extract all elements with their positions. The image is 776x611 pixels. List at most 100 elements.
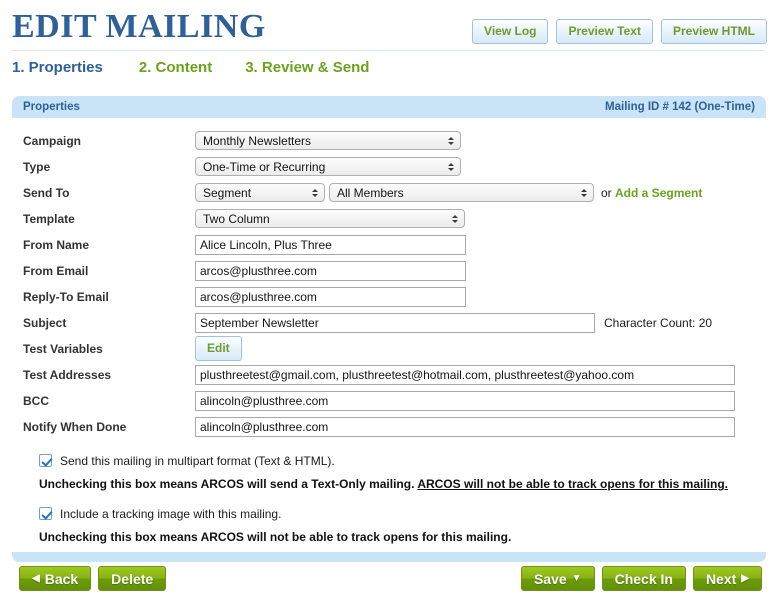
reply-to-email-label: Reply-To Email [23,289,109,304]
notify-when-done-label: Notify When Done [23,419,127,434]
back-button-label: Back [44,570,79,587]
send-to-label: Send To [23,185,70,200]
multipart-checkbox[interactable] [39,454,52,467]
test-variables-control: Edit [195,336,242,361]
add-a-segment-link[interactable]: Add a Segment [615,186,702,200]
check-in-button-label: Check In [614,570,673,587]
character-count-label: Character Count: 20 [604,315,713,330]
bcc-control [195,390,735,411]
row-from-email: From Email [12,258,766,283]
test-variables-label: Test Variables [23,341,103,356]
next-button[interactable]: Next ▶ [692,566,762,591]
save-button[interactable]: Save ▼ [520,566,595,591]
row-test-variables: Test Variables Edit [12,336,766,361]
options-section: Send this mailing in multipart format (T… [12,440,766,544]
bottom-right-buttons: Save ▼ Check In Next ▶ [520,566,762,591]
test-addresses-control [195,364,735,385]
options-spacer [12,491,766,504]
add-segment-wrapper: or Add a Segment [601,186,702,200]
campaign-select[interactable]: Monthly Newsletters [195,131,461,150]
preview-text-button[interactable]: Preview Text [556,19,653,44]
type-select[interactable]: One-Time or Recurring [195,157,461,176]
bcc-input[interactable] [195,390,735,411]
send-to-type-select[interactable]: Segment [195,183,325,202]
row-send-to: Send To Segment All Members or Add a Seg… [12,180,766,205]
view-log-button[interactable]: View Log [472,19,549,44]
multipart-checkbox-row: Send this mailing in multipart format (T… [12,451,766,470]
row-test-addresses: Test Addresses [12,362,766,387]
properties-panel: Properties Mailing ID # 142 (One-Time) C… [12,96,766,562]
back-button[interactable]: ◀ Back [19,566,92,591]
step-review-send[interactable]: 3. Review & Send [245,59,369,76]
row-reply-to-email: Reply-To Email [12,284,766,309]
tracking-image-note: Unchecking this box means ARCOS will not… [12,530,766,544]
edit-test-variables-button[interactable]: Edit [195,336,242,361]
tracking-image-note-plain: Unchecking this box means ARCOS will not… [39,530,512,544]
delete-button-label: Delete [111,570,154,587]
multipart-note-plain: Unchecking this box means ARCOS will sen… [39,477,418,491]
from-email-control [195,260,466,281]
template-control: Two Column [195,209,465,228]
type-control: One-Time or Recurring [195,157,461,176]
row-template: Template Two Column [12,206,766,231]
step-properties[interactable]: 1. Properties [12,59,103,76]
multipart-note-underlined: ARCOS will not be able to track opens fo… [417,477,729,491]
panel-body: Campaign Monthly Newsletters Type One-Ti… [12,118,766,544]
row-bcc: BCC [12,388,766,413]
subject-label: Subject [23,315,67,330]
title-divider [12,50,764,51]
row-type: Type One-Time or Recurring [12,154,766,179]
check-in-button[interactable]: Check In [601,566,686,591]
row-campaign: Campaign Monthly Newsletters [12,128,766,153]
or-text: or [601,185,616,200]
multipart-note: Unchecking this box means ARCOS will sen… [12,477,766,491]
template-label: Template [23,211,75,226]
preview-html-button[interactable]: Preview HTML [660,19,767,44]
panel-footer-bar [12,552,766,562]
segment-select[interactable]: All Members [329,183,594,202]
tracking-image-checkbox-label: Include a tracking image with this maili… [60,506,282,521]
page-title: EDIT MAILING [12,8,266,45]
next-button-label: Next [705,570,737,587]
step-navigation: 1. Properties 2. Content 3. Review & Sen… [12,59,369,76]
subject-control: Character Count: 20 [195,312,713,333]
from-name-input[interactable] [195,234,466,255]
bottom-left-buttons: ◀ Back Delete [19,566,167,591]
from-email-label: From Email [23,263,89,278]
reply-to-email-control [195,286,466,307]
mailing-id-label: Mailing ID # 142 (One-Time) [605,101,755,113]
triangle-left-icon: ◀ [32,572,40,584]
row-notify-when-done: Notify When Done [12,414,766,439]
bcc-label: BCC [23,393,49,408]
edit-mailing-page: EDIT MAILING View Log Preview Text Previ… [0,0,776,611]
delete-button[interactable]: Delete [98,566,167,591]
panel-header: Properties Mailing ID # 142 (One-Time) [12,96,766,118]
test-addresses-input[interactable] [195,364,735,385]
from-name-label: From Name [23,237,90,252]
row-from-name: From Name [12,232,766,257]
template-select-wrap: Two Column [195,209,465,228]
segment-select-wrap: All Members [329,183,594,202]
panel-heading: Properties [23,101,80,113]
template-select[interactable]: Two Column [195,209,465,228]
type-select-wrap: One-Time or Recurring [195,157,461,176]
from-name-control [195,234,466,255]
send-to-type-select-wrap: Segment [195,183,325,202]
tracking-image-checkbox[interactable] [39,507,52,520]
row-subject: Subject Character Count: 20 [12,310,766,335]
top-action-buttons: View Log Preview Text Preview HTML [472,19,767,44]
notify-when-done-input[interactable] [195,416,735,437]
step-content[interactable]: 2. Content [139,59,212,76]
test-addresses-label: Test Addresses [23,367,112,382]
triangle-down-icon: ▼ [571,572,582,584]
from-email-input[interactable] [195,260,466,281]
subject-input[interactable] [195,312,595,333]
triangle-right-icon: ▶ [741,572,749,584]
campaign-control: Monthly Newsletters [195,131,461,150]
notify-when-done-control [195,416,735,437]
campaign-label: Campaign [23,133,82,148]
tracking-image-checkbox-row: Include a tracking image with this maili… [12,504,766,523]
multipart-checkbox-label: Send this mailing in multipart format (T… [60,453,335,468]
reply-to-email-input[interactable] [195,286,466,307]
campaign-select-wrap: Monthly Newsletters [195,131,461,150]
